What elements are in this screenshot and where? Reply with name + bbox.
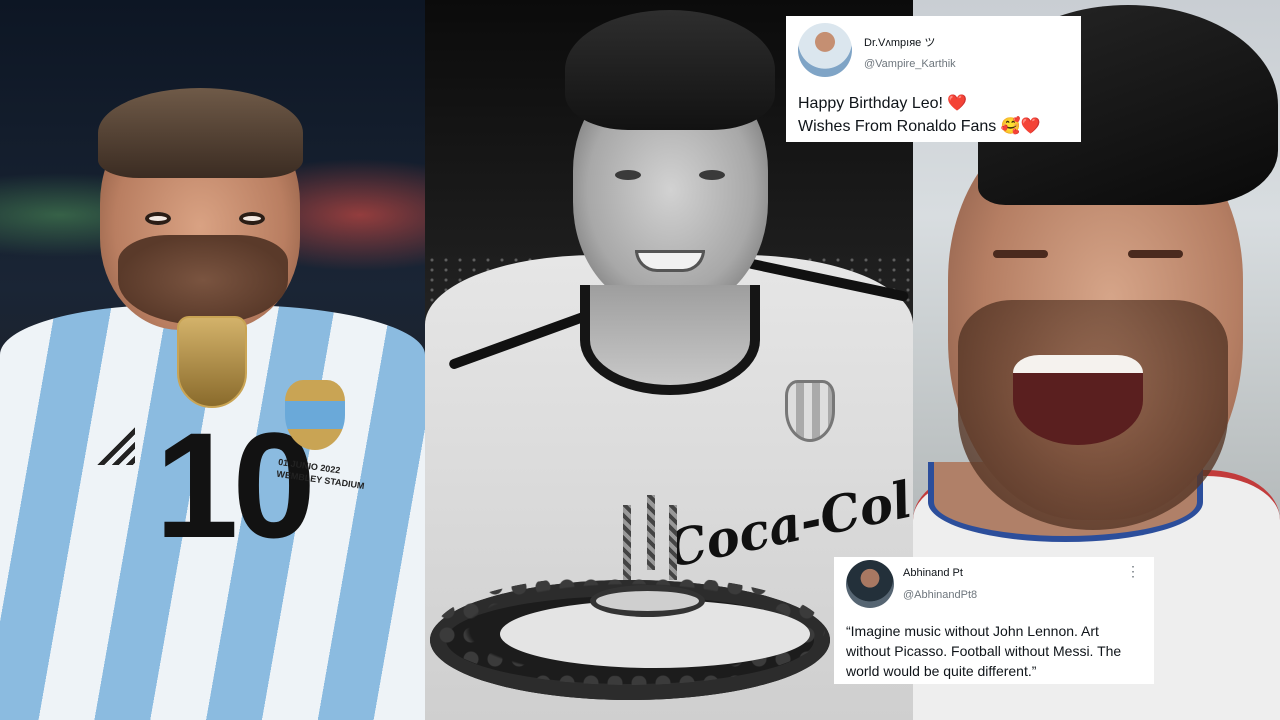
photo-left-panel: 10 01 JUNIO 2022 WEMBLEY STADIUM bbox=[0, 0, 425, 720]
tweet-text-line: Wishes From Ronaldo Fans 🥰❤️ bbox=[798, 118, 1041, 135]
mini-cake bbox=[590, 585, 705, 617]
player-eyes bbox=[993, 250, 1183, 260]
afa-crest bbox=[285, 380, 345, 450]
tweet-text: “Imagine music without John Lennon. Art … bbox=[846, 623, 1122, 679]
player-eyes bbox=[615, 170, 725, 182]
player-eyes bbox=[145, 212, 265, 226]
player-smile bbox=[635, 250, 705, 272]
candle bbox=[623, 505, 631, 580]
more-options-icon[interactable]: ⋮ bbox=[1126, 564, 1140, 578]
tweet-author-handle[interactable]: @Vampire_Karthik bbox=[864, 58, 956, 70]
laughing-mouth bbox=[1013, 355, 1143, 445]
jersey-collar bbox=[580, 285, 760, 395]
tweet-text: Happy Birthday Leo! ❤️ Wishes From Ronal… bbox=[798, 92, 1041, 138]
tweet-author-name[interactable]: Abhinand Pt bbox=[903, 567, 963, 579]
tweet-card[interactable]: Dr.Vʌmpıяe ツ @Vampire_Karthik Happy Birt… bbox=[786, 16, 1081, 142]
player-hair bbox=[98, 88, 303, 178]
afa-crest bbox=[785, 380, 835, 442]
champions-badge bbox=[177, 316, 247, 408]
avatar[interactable] bbox=[798, 23, 852, 77]
player-beard bbox=[118, 235, 288, 325]
tweet-author-name[interactable]: Dr.Vʌmpıяe ツ bbox=[864, 34, 935, 50]
tweet-author-handle[interactable]: @AbhinandPt8 bbox=[903, 589, 977, 601]
avatar[interactable] bbox=[846, 560, 894, 608]
candle bbox=[647, 495, 655, 570]
tweet-text-line: Happy Birthday Leo! ❤️ bbox=[798, 95, 968, 112]
player-hair bbox=[565, 10, 775, 130]
jersey-number: 10 bbox=[155, 401, 316, 569]
candle bbox=[669, 505, 677, 580]
tweet-card[interactable]: Abhinand Pt @AbhinandPt8 ⋮ “Imagine musi… bbox=[834, 557, 1154, 684]
